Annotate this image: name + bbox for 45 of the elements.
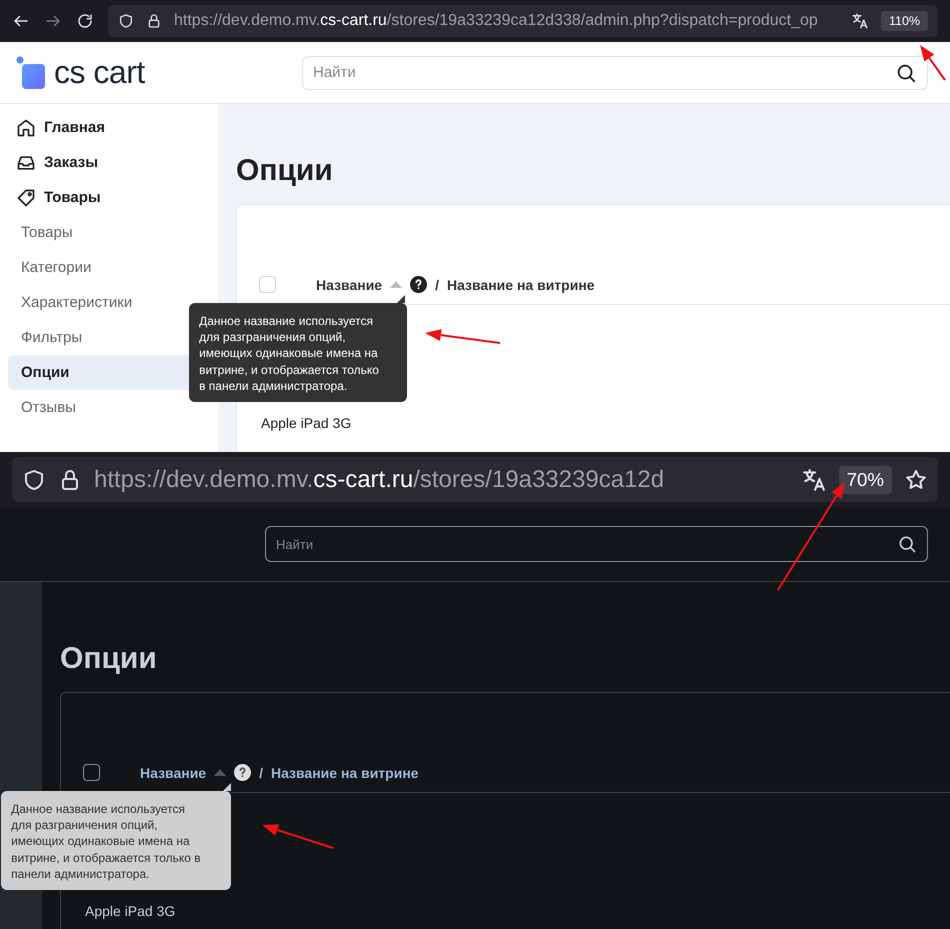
- help-icon[interactable]: [410, 276, 428, 293]
- page-title: Опции: [60, 642, 158, 676]
- tag-icon: [16, 188, 36, 208]
- tooltip: Данное название используется для разграничения опций, имеющих одинаковые имена на витрине, и отображается только в панели администратора.: [189, 303, 408, 402]
- tooltip: Данное название используется для разграничения опций, имеющих одинаковые имена на витрине, и отображается только в панели администратора.: [1, 791, 232, 890]
- translate-icon[interactable]: [800, 466, 827, 492]
- url-text: https://dev.demo.mv.cs-cart.ru/stores/19a33239ca12d338/admin.php?dispatch=product_op: [174, 12, 819, 30]
- search-field[interactable]: Найти: [265, 526, 928, 562]
- sidebar-section[interactable]: Товары: [8, 180, 194, 215]
- search-input[interactable]: Найти: [274, 536, 897, 552]
- separator-text: /: [259, 764, 263, 780]
- column-header[interactable]: Название на витрине: [270, 764, 419, 780]
- sidebar-section[interactable]: Главная: [8, 110, 194, 145]
- logo-text: cs cart: [54, 54, 145, 91]
- sort-icon[interactable]: [214, 769, 226, 776]
- shield-icon: [22, 468, 46, 492]
- address-bar[interactable]: https://dev.demo.mv.cs-cart.ru/stores/19a33239ca12d338/admin.php?dispatch=product_op 110%: [108, 5, 938, 37]
- select-all-checkbox[interactable]: [83, 764, 100, 781]
- search-icon[interactable]: [897, 534, 917, 554]
- zoom-level[interactable]: 70%: [838, 466, 892, 494]
- sidebar-item[interactable]: Категории: [8, 250, 194, 285]
- lock-icon: [146, 13, 162, 29]
- sidebar-section[interactable]: Заказы: [8, 145, 194, 180]
- separator-text: /: [435, 276, 439, 292]
- column-header[interactable]: Название на витрине: [446, 276, 595, 292]
- address-bar[interactable]: https://dev.demo.mv.cs-cart.ru/stores/19a33239ca12d 70%: [12, 457, 938, 502]
- home-icon: [16, 118, 36, 138]
- shield-icon: [118, 13, 134, 29]
- translate-icon[interactable]: [851, 12, 870, 30]
- help-icon[interactable]: [234, 764, 252, 781]
- sidebar-item[interactable]: Товары: [8, 215, 194, 250]
- column-header[interactable]: Название: [140, 764, 206, 780]
- search-input[interactable]: Найти: [311, 63, 895, 82]
- column-header[interactable]: Название: [316, 276, 382, 292]
- star-icon[interactable]: [904, 468, 928, 492]
- zoom-level[interactable]: 110%: [881, 11, 928, 31]
- option-name: Apple iPad 3G: [261, 415, 352, 433]
- select-all-checkbox[interactable]: [259, 276, 276, 293]
- page-title: Опции: [236, 154, 334, 188]
- annotation-arrow: [920, 45, 946, 81]
- logo-icon: [16, 56, 46, 90]
- url-text: https://dev.demo.mv.cs-cart.ru/stores/19a33239ca12d: [94, 466, 666, 494]
- reload-icon[interactable]: [76, 12, 94, 30]
- annotation-arrow: [262, 824, 334, 849]
- option-name: Apple iPad 3G: [85, 903, 176, 921]
